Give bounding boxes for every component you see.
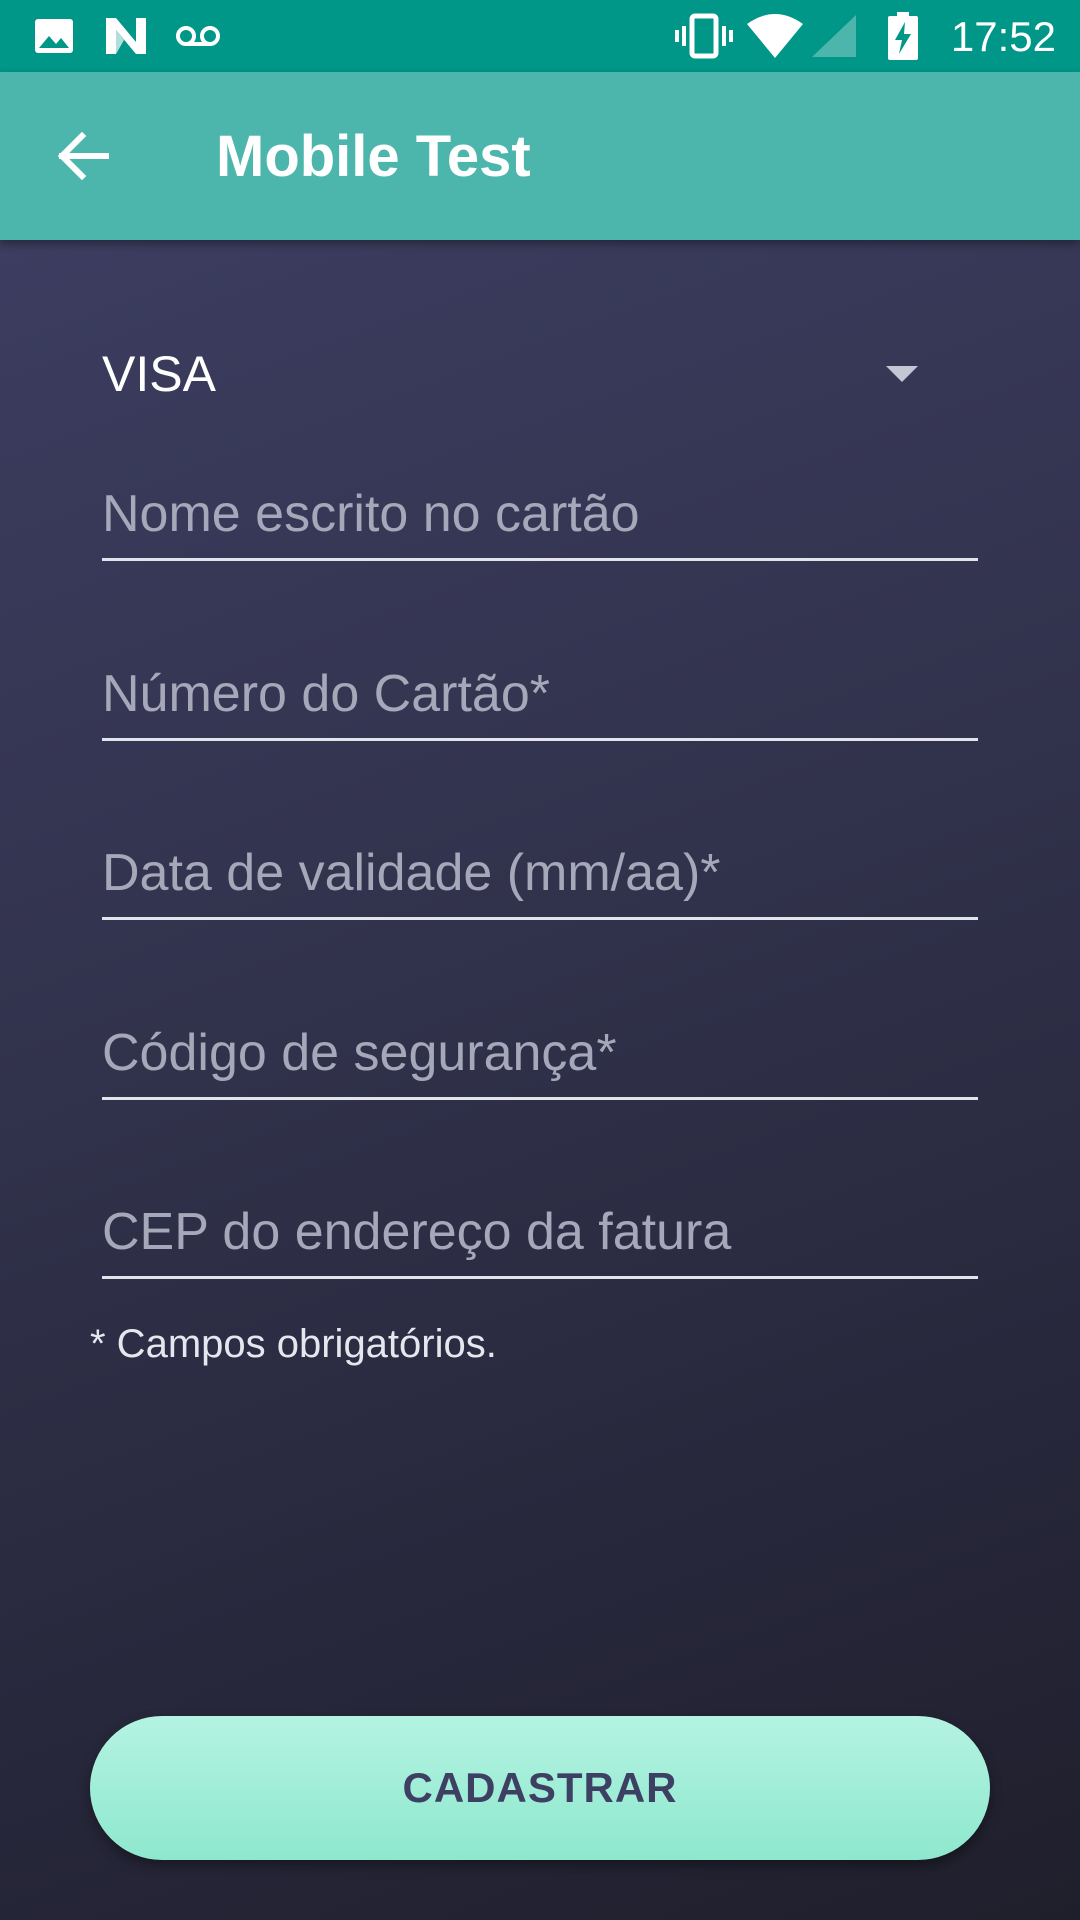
- battery-charging-icon: [886, 0, 920, 72]
- billing-zip-placeholder: CEP do endereço da fatura: [102, 1203, 732, 1261]
- wifi-icon: [746, 0, 804, 72]
- status-time: 17:52: [950, 13, 1056, 60]
- expiry-date-field[interactable]: Data de validade (mm/aa)*: [102, 817, 978, 920]
- dropdown-arrow-icon: [886, 366, 918, 382]
- register-button-label: CADASTRAR: [402, 1764, 678, 1811]
- card-number-field[interactable]: Número do Cartão*: [102, 638, 978, 741]
- billing-zip-field[interactable]: CEP do endereço da fatura: [102, 1176, 978, 1279]
- expiry-date-placeholder: Data de validade (mm/aa)*: [102, 844, 721, 902]
- cardholder-name-placeholder: Nome escrito no cartão: [102, 485, 640, 543]
- vibrate-icon: [674, 0, 734, 72]
- arrow-back-icon: [58, 132, 109, 180]
- security-code-placeholder: Código de segurança*: [102, 1024, 617, 1082]
- app-bar: Mobile Test: [0, 72, 1080, 240]
- card-type-select[interactable]: VISA: [102, 324, 978, 424]
- status-bar: 17:52: [0, 0, 1080, 72]
- screen: 17:52 Mobile Test VISA Nome escrito no c…: [0, 0, 1080, 1920]
- image-icon: [34, 0, 74, 72]
- content-area: VISA Nome escrito no cartão Número do Ca…: [0, 240, 1080, 1920]
- page-title: Mobile Test: [216, 124, 531, 189]
- card-number-placeholder: Número do Cartão*: [102, 665, 550, 723]
- required-fields-note: * Campos obrigatórios.: [90, 1322, 497, 1366]
- voicemail-icon: [174, 0, 222, 72]
- card-type-value: VISA: [102, 346, 216, 402]
- cell-signal-icon: [810, 0, 858, 72]
- cardholder-name-field[interactable]: Nome escrito no cartão: [102, 458, 978, 561]
- n-notification-icon: [104, 0, 148, 72]
- register-button[interactable]: CADASTRAR: [90, 1716, 990, 1860]
- back-button[interactable]: [40, 112, 128, 200]
- security-code-field[interactable]: Código de segurança*: [102, 997, 978, 1100]
